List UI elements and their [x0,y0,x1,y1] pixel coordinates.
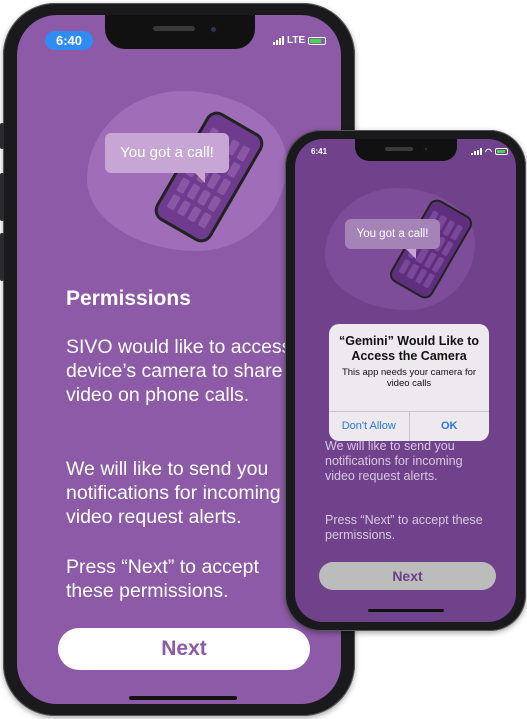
notch [355,139,457,161]
volume-down-button [0,233,4,281]
battery-icon [494,148,508,155]
dialog-buttons: Don't Allow OK [329,411,489,441]
speaker-icon [385,147,413,151]
page-title: Permissions [66,287,191,310]
accept-instruction-text: Press “Next” to accept these permissions… [325,513,483,542]
status-indicators: ◠ [471,147,508,156]
battery-charging-icon [308,36,327,45]
status-indicators: LTE [273,35,327,46]
home-indicator[interactable] [368,609,444,612]
mute-switch [0,123,4,149]
wifi-icon: ◠ [485,147,492,156]
notch [105,15,255,49]
camera-icon [423,146,429,152]
speaker-icon [153,26,195,31]
call-illustration: You got a call! [87,85,287,255]
secondary-phone: 6:41 ◠ You got a call! We will like to s… [285,130,526,631]
secondary-screen: 6:41 ◠ You got a call! We will like to s… [295,139,516,622]
call-illustration: You got a call! [325,184,485,314]
dialog-message: This app needs your camera for video cal… [341,367,477,389]
volume-up-button [0,173,4,221]
call-bubble: You got a call! [345,219,440,259]
network-label: LTE [287,35,306,46]
call-bubble: You got a call! [105,133,229,183]
accept-instruction-text: Press “Next” to accept these permissions… [66,556,259,602]
signal-icon [471,148,482,155]
camera-permission-dialog: “Gemini” Would Like to Access the Camera… [329,324,489,441]
notification-permission-text: We will like to send you notifications f… [325,439,463,483]
status-time: 6:40 [45,31,93,50]
signal-icon [273,36,284,45]
ok-button[interactable]: OK [408,412,490,441]
dialog-title: “Gemini” Would Like to Access the Camera [338,334,480,363]
status-time: 6:41 [311,147,328,156]
next-button[interactable]: Next [319,562,496,590]
dont-allow-button[interactable]: Don't Allow [329,412,409,441]
next-button[interactable]: Next [58,628,310,670]
camera-icon [209,25,218,34]
home-indicator[interactable] [129,696,237,700]
